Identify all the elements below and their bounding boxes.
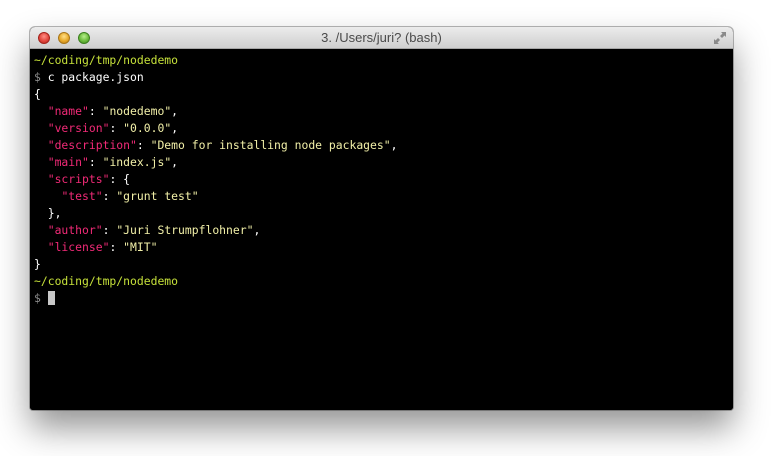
- quote: ": [47, 223, 55, 237]
- command-text: c package.json: [40, 70, 144, 84]
- colon: :: [102, 189, 117, 203]
- quote: ": [47, 240, 55, 254]
- colon: :: [88, 155, 103, 169]
- quote: ": [47, 172, 55, 186]
- brace-text: },: [47, 206, 62, 220]
- terminal-window: 3. /Users/juri? (bash) ~/coding/tmp/node…: [30, 27, 733, 410]
- brace-text: }: [34, 257, 41, 271]
- prompt-dollar: $: [34, 70, 41, 84]
- json-key: "scripts": [48, 172, 110, 186]
- json-key: "name": [48, 104, 89, 118]
- quote: ": [95, 223, 103, 237]
- json-line-version: "version": "0.0.0",: [34, 120, 733, 137]
- title-bar[interactable]: 3. /Users/juri? (bash): [30, 27, 733, 49]
- colon: :: [109, 240, 124, 254]
- window-title: 3. /Users/juri? (bash): [321, 30, 442, 45]
- quote: ": [82, 104, 89, 118]
- key-text: version: [54, 121, 103, 135]
- comma: ,: [171, 104, 179, 118]
- fullscreen-icon[interactable]: [713, 31, 727, 45]
- colon: :: [109, 121, 124, 135]
- key-text: description: [54, 138, 131, 152]
- json-key: "main": [48, 155, 89, 169]
- command-line: $ c package.json: [34, 69, 733, 86]
- json-value: "index.js": [102, 155, 172, 169]
- json-key: "description": [48, 138, 137, 152]
- colon: :: [109, 172, 124, 186]
- quote: ": [95, 189, 103, 203]
- json-key: "license": [48, 240, 110, 254]
- brace-text: {: [34, 87, 41, 101]
- json-value: "Demo for installing node packages": [150, 138, 391, 152]
- colon: :: [88, 104, 103, 118]
- prompt-path: ~/coding/tmp/nodedemo: [34, 53, 179, 67]
- json-line-license: "license": "MIT": [34, 239, 733, 256]
- key-text: author: [54, 223, 96, 237]
- json-key: "author": [48, 223, 103, 237]
- key-text: license: [54, 240, 103, 254]
- comma: ,: [171, 155, 179, 169]
- json-key: "test": [61, 189, 102, 203]
- cursor-gap: [41, 291, 48, 305]
- quote: ": [47, 138, 55, 152]
- json-open-brace: {: [34, 86, 733, 103]
- json-line-test: "test": "grunt test": [34, 188, 733, 205]
- quote: ": [47, 155, 55, 169]
- prompt-path: ~/coding/tmp/nodedemo: [34, 274, 179, 288]
- quote: ": [130, 138, 137, 152]
- quote: ": [82, 155, 89, 169]
- json-value: "grunt test": [116, 189, 199, 203]
- json-line-description: "description": "Demo for installing node…: [34, 137, 733, 154]
- terminal-output[interactable]: ~/coding/tmp/nodedemo $ c package.json {…: [30, 49, 733, 410]
- json-value: "nodedemo": [102, 104, 172, 118]
- json-line-main: "main": "index.js",: [34, 154, 733, 171]
- quote: ": [47, 121, 55, 135]
- colon: :: [136, 138, 151, 152]
- comma: ,: [390, 138, 398, 152]
- json-value: "MIT": [123, 240, 158, 254]
- brace-text: {: [123, 172, 131, 186]
- json-value: "Juri Strumpflohner": [116, 223, 254, 237]
- key-text: scripts: [54, 172, 103, 186]
- json-line-scripts: "scripts": {: [34, 171, 733, 188]
- key-text: test: [68, 189, 96, 203]
- json-line-author: "author": "Juri Strumpflohner",: [34, 222, 733, 239]
- quote: ": [47, 104, 55, 118]
- json-close-brace: }: [34, 256, 733, 273]
- input-line[interactable]: $: [34, 290, 733, 307]
- key-text: name: [54, 104, 83, 118]
- comma: ,: [171, 121, 179, 135]
- comma: ,: [253, 223, 261, 237]
- prompt-line: ~/coding/tmp/nodedemo: [34, 273, 733, 290]
- text-cursor: [47, 291, 55, 305]
- json-key: "version": [48, 121, 110, 135]
- prompt-line: ~/coding/tmp/nodedemo: [34, 52, 733, 69]
- json-value: "0.0.0": [123, 121, 172, 135]
- prompt-dollar: $: [34, 291, 41, 305]
- json-line-name: "name": "nodedemo",: [34, 103, 733, 120]
- json-line-scripts-close: },: [34, 205, 733, 222]
- colon: :: [102, 223, 117, 237]
- key-text: main: [54, 155, 83, 169]
